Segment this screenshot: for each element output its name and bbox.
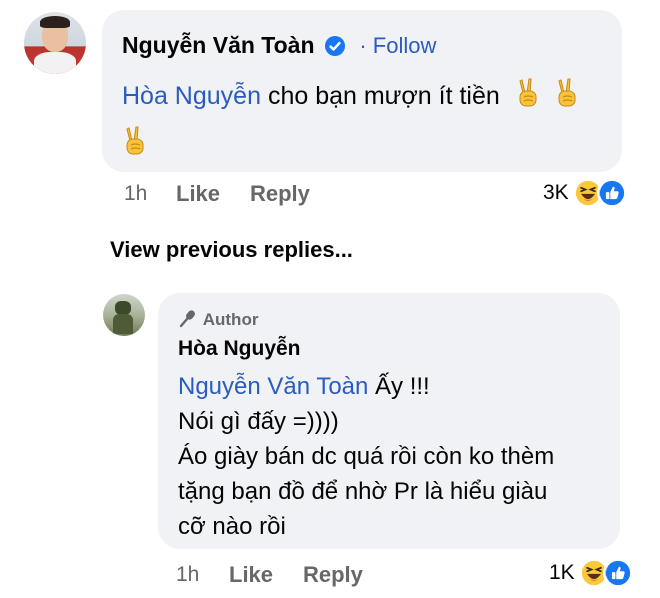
reply-line-4: tặng bạn đồ để nhờ Pr là hiểu giàu: [178, 478, 548, 505]
reply-bubble: Author Hòa Nguyễn Nguyễn Văn Toàn Ấy !!!…: [158, 293, 620, 549]
comment-reply-button[interactable]: Reply: [250, 181, 310, 207]
reply-line-2: Nói gì đấy =)))): [178, 408, 339, 435]
follow-button[interactable]: · Follow: [359, 33, 436, 58]
reply-timestamp[interactable]: 1h: [176, 563, 199, 587]
verified-badge-icon: [324, 36, 345, 56]
reply-reaction-count: 1K: [549, 561, 575, 584]
reply-reply-button[interactable]: Reply: [303, 562, 363, 588]
like-reaction-icon: [596, 178, 627, 208]
comment-header: Nguyễn Văn Toàn · Follow: [122, 32, 436, 59]
reply-line-1: Nguyễn Văn Toàn Ấy !!!: [178, 369, 554, 404]
reply-line-3: Áo giày bán dc quá rồi còn ko thèm: [178, 443, 555, 470]
reply-avatar[interactable]: [103, 294, 145, 336]
victory-hand-icon: [122, 126, 148, 156]
comment-author-name[interactable]: Nguyễn Văn Toàn: [122, 32, 315, 58]
reply-line-5: cỡ nào rồi: [178, 513, 286, 540]
reply-line-1-text: Ấy !!!: [368, 373, 430, 400]
comment-reactions[interactable]: 3K: [543, 178, 627, 208]
microphone-icon: [179, 310, 195, 328]
reply-like-button[interactable]: Like: [229, 562, 273, 588]
comment-reaction-count: 3K: [543, 181, 569, 204]
comment-text: cho bạn mượn ít tiền: [267, 82, 500, 110]
comment-timestamp[interactable]: 1h: [124, 182, 147, 206]
victory-hand-icon: [515, 78, 541, 108]
victory-hand-icon: [554, 78, 580, 108]
commenter-avatar[interactable]: [24, 12, 86, 74]
comment-body: Hòa Nguyễn cho bạn mượn ít tiền: [122, 78, 580, 111]
reply-mention[interactable]: Nguyễn Văn Toàn: [178, 373, 368, 400]
reply-reactions[interactable]: 1K: [549, 558, 633, 588]
comment-mention[interactable]: Hòa Nguyễn: [122, 82, 261, 110]
reply-body: Nguyễn Văn Toàn Ấy !!! Nói gì đấy =)))) …: [178, 369, 554, 544]
like-reaction-icon: [602, 558, 633, 588]
comment-body-emoji-line: [122, 126, 148, 157]
comment-bubble: Nguyễn Văn Toàn · Follow Hòa Nguyễn cho …: [102, 10, 622, 172]
view-previous-replies-link[interactable]: View previous replies...: [110, 237, 353, 263]
author-badge: Author: [178, 309, 258, 330]
author-badge-label: Author: [202, 310, 259, 329]
reply-author-name[interactable]: Hòa Nguyễn: [178, 337, 301, 361]
comment-like-button[interactable]: Like: [176, 181, 220, 207]
